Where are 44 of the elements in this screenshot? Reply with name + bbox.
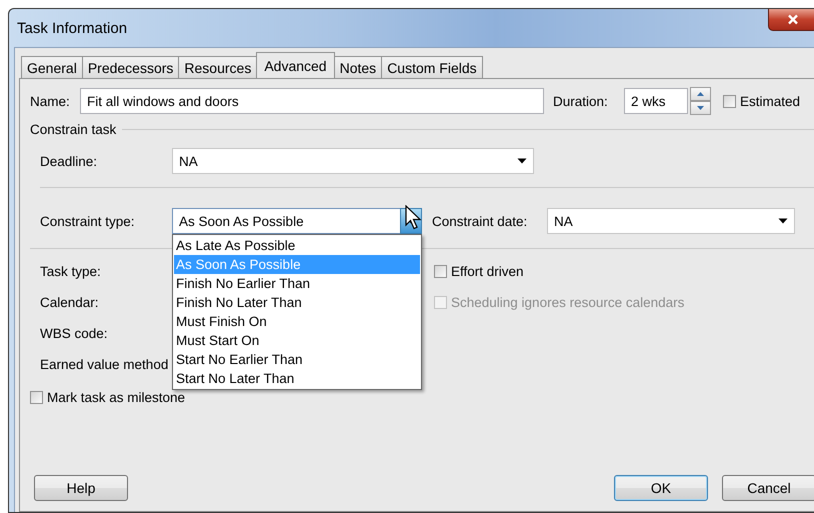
dropdown-option[interactable]: Must Finish On [174, 312, 420, 331]
estimated-label: Estimated [740, 94, 800, 108]
task-type-label: Task type: [40, 264, 102, 279]
window-title: Task Information [17, 20, 128, 36]
checkbox[interactable] [723, 94, 736, 108]
deadline-label: Deadline: [40, 154, 98, 168]
dropdown-option[interactable]: Start No Earlier Than [174, 350, 420, 369]
tab[interactable]: Predecessors [82, 56, 180, 78]
constraint-date-label: Constraint date: [432, 214, 528, 228]
dropdown-option[interactable]: Finish No Later Than [174, 293, 420, 312]
tab[interactable]: General [21, 56, 83, 78]
tab[interactable]: Notes [334, 56, 382, 78]
constraint-type-label: Constraint type: [40, 214, 136, 228]
effort-driven-label: Effort driven [451, 264, 524, 279]
calendar-label: Calendar: [40, 295, 100, 310]
constraint-date-dropdown[interactable]: NA [547, 208, 795, 234]
checkbox[interactable] [434, 265, 447, 278]
cursor-icon [405, 205, 423, 231]
dropdown-option[interactable]: Finish No Earlier Than [174, 274, 420, 293]
tab[interactable]: Custom Fields [381, 56, 483, 78]
cancel-button[interactable]: Cancel [722, 475, 814, 501]
section-title: Constrain task [30, 122, 116, 136]
tab[interactable]: Resources [178, 56, 258, 78]
dropdown-option[interactable]: Must Start On [174, 331, 420, 350]
dropdown-option[interactable]: Start No Later Than [174, 369, 420, 388]
duration-spinner[interactable] [690, 87, 711, 115]
dropdown-arrow-icon[interactable] [517, 158, 527, 164]
ok-button[interactable]: OK [614, 475, 708, 501]
checkbox[interactable] [30, 390, 43, 404]
name-field[interactable]: Fit all windows and doors [80, 88, 544, 114]
dropdown-arrow-icon[interactable] [778, 218, 788, 224]
close-button[interactable] [768, 9, 814, 31]
deadline-dropdown[interactable]: NA [172, 148, 534, 174]
earned-value-label: Earned value method [40, 357, 168, 372]
name-label: Name: [30, 94, 71, 108]
duration-label: Duration: [553, 94, 609, 108]
wbs-code-label: WBS code: [40, 326, 108, 341]
dropdown-option[interactable]: As Late As Possible [174, 236, 420, 255]
scheduling-label: Scheduling ignores resource calendars [451, 295, 684, 310]
milestone-label: Mark task as milestone [47, 390, 186, 404]
constraint-type-dropdown[interactable]: As Soon As Possible [172, 208, 400, 234]
close-icon [787, 14, 799, 25]
help-button[interactable]: Help [34, 475, 128, 501]
duration-field[interactable]: 2 wks [624, 88, 688, 114]
